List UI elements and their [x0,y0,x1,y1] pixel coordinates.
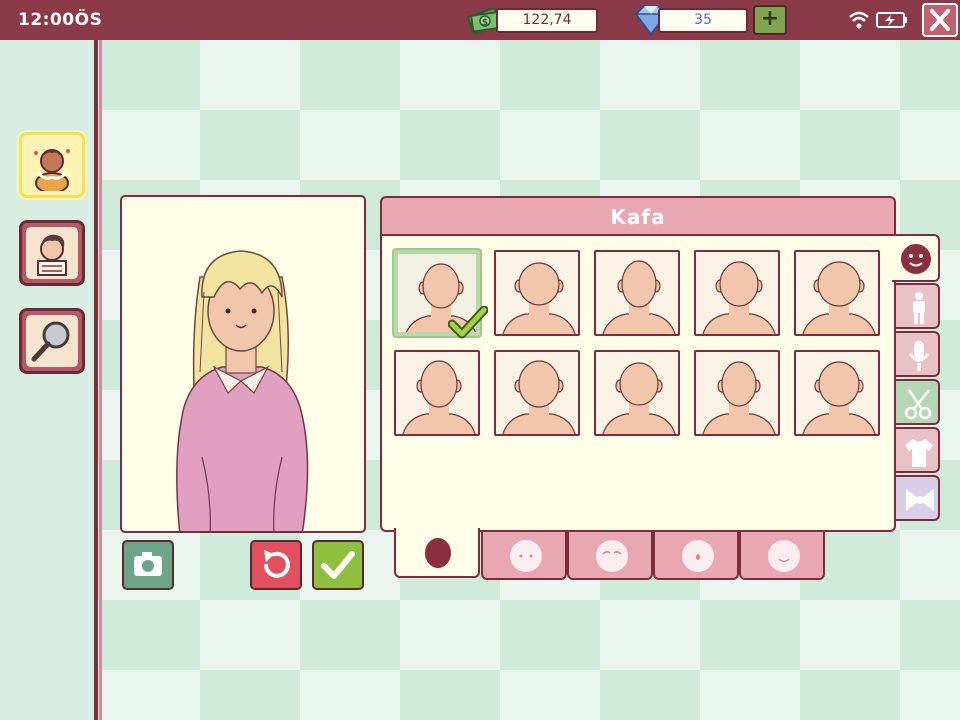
head-option[interactable] [494,350,580,436]
nose-icon [682,540,714,572]
add-currency-button[interactable]: + [753,5,787,35]
head-option[interactable] [594,250,680,336]
scissors-icon [904,389,932,420]
head-option[interactable] [694,350,780,436]
close-icon [930,9,950,31]
microphone-icon [908,341,930,371]
mouth-icon [768,540,800,572]
head-options-panel [380,234,896,532]
character-figure [176,250,309,531]
head-option[interactable] [494,250,580,336]
battery-icon [876,12,907,28]
bow-icon [906,489,934,511]
tab-eyebrows[interactable] [567,530,653,580]
sidebar-item-search[interactable] [19,308,85,374]
character-creator-icon [26,139,78,191]
camera-button[interactable] [122,540,174,590]
head-preview [702,261,776,334]
character-portrait [120,195,366,533]
head-preview [802,261,876,334]
shirt-icon [905,439,933,467]
body-icon [913,292,925,324]
head-preview [602,362,676,434]
tab-face[interactable] [892,234,940,282]
undo-icon [263,550,290,578]
checkmark-icon [321,551,355,579]
sidebar-item-profile[interactable] [19,220,85,286]
head-preview [502,262,576,334]
eyebrows-icon [596,540,628,572]
close-button[interactable] [922,3,958,37]
gem-counter: 35 [658,8,748,33]
panel-title: Kafa [380,196,896,238]
head-preview [602,260,676,334]
tab-eyes[interactable] [481,530,567,580]
tab-head-shape[interactable] [394,528,480,578]
magnifier-icon [26,315,78,367]
tab-mouth[interactable] [739,530,825,580]
head-preview [702,361,776,434]
confirm-button[interactable] [312,540,364,590]
money-counter: 122,74 [496,8,598,33]
face-icon [901,244,931,274]
tab-hair[interactable] [894,379,940,425]
head-preview [802,361,876,434]
clock: 12:00ÖS [18,10,103,30]
head-preview [402,360,476,434]
head-shape-icon [425,538,451,568]
head-preview [502,360,576,434]
head-option[interactable] [794,350,880,436]
tab-accessories[interactable] [894,475,940,521]
top-status-bar: 12:00ÖS $ 122,74 35 + [0,0,960,40]
tab-nose[interactable] [653,530,739,580]
head-option[interactable] [694,250,780,336]
svg-text:$: $ [482,18,488,28]
head-option[interactable] [594,350,680,436]
tab-body[interactable] [894,283,940,329]
head-option[interactable] [394,350,480,436]
tab-voice[interactable] [894,331,940,377]
wifi-icon [849,11,869,29]
tab-clothing[interactable] [894,427,940,473]
person-card-icon [26,227,78,279]
camera-icon [134,552,162,576]
selected-check-icon [448,306,488,339]
left-sidebar [0,40,102,720]
eyes-icon [510,540,542,572]
reset-button[interactable] [250,540,302,590]
head-option[interactable] [794,250,880,336]
sidebar-item-character-creator[interactable] [19,132,85,198]
